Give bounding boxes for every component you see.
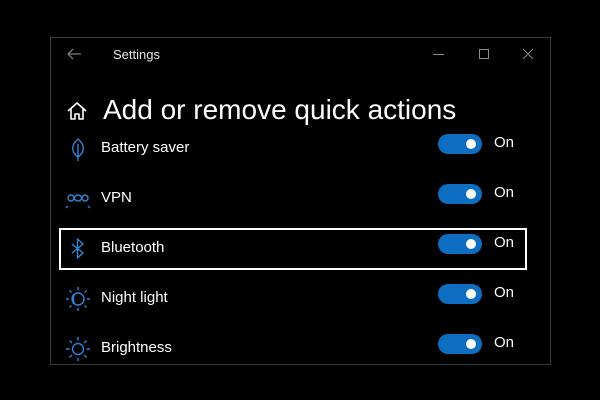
quick-action-label: Night light bbox=[101, 289, 168, 306]
quick-action-label: Brightness bbox=[101, 339, 172, 356]
toggle-knob bbox=[466, 239, 476, 249]
app-title: Settings bbox=[113, 47, 160, 62]
toggle-state-label: On bbox=[494, 234, 515, 251]
quick-action-label: Bluetooth bbox=[101, 239, 165, 256]
vpn-icon bbox=[65, 186, 91, 212]
quick-action-vpn: VPN On bbox=[59, 178, 527, 220]
maximize-button[interactable] bbox=[474, 44, 494, 64]
minimize-button[interactable] bbox=[429, 44, 449, 64]
toggle-knob bbox=[466, 139, 476, 149]
night-light-toggle[interactable] bbox=[438, 284, 482, 304]
leaf-icon bbox=[65, 136, 91, 162]
brightness-icon bbox=[65, 336, 91, 362]
toggle-knob bbox=[466, 189, 476, 199]
toggle-state-label: On bbox=[494, 184, 515, 201]
minimize-icon bbox=[433, 54, 444, 55]
back-arrow-icon bbox=[67, 48, 81, 60]
quick-action-label: VPN bbox=[101, 189, 132, 206]
settings-window: Settings Add or remove quick actions Bat… bbox=[50, 37, 551, 365]
close-button[interactable] bbox=[518, 44, 538, 64]
bluetooth-icon bbox=[65, 236, 91, 262]
close-icon bbox=[522, 48, 534, 60]
toggle-state-label: On bbox=[494, 334, 515, 351]
bluetooth-toggle[interactable] bbox=[438, 234, 482, 254]
quick-action-bluetooth: Bluetooth On bbox=[59, 228, 527, 270]
home-icon[interactable] bbox=[65, 100, 89, 122]
quick-action-brightness: Brightness On bbox=[59, 328, 527, 364]
vpn-toggle[interactable] bbox=[438, 184, 482, 204]
toggle-knob bbox=[466, 289, 476, 299]
toggle-state-label: On bbox=[494, 134, 515, 151]
maximize-icon bbox=[479, 49, 489, 59]
brightness-toggle[interactable] bbox=[438, 334, 482, 354]
title-bar: Settings bbox=[51, 38, 550, 70]
quick-action-battery-saver: Battery saver On bbox=[59, 128, 527, 170]
toggle-knob bbox=[466, 339, 476, 349]
night-light-icon bbox=[65, 286, 91, 312]
quick-action-label: Battery saver bbox=[101, 139, 190, 156]
toggle-state-label: On bbox=[494, 284, 515, 301]
page-title: Add or remove quick actions bbox=[103, 94, 457, 125]
quick-action-night-light: Night light On bbox=[59, 278, 527, 320]
back-button[interactable] bbox=[63, 44, 85, 64]
battery-saver-toggle[interactable] bbox=[438, 134, 482, 154]
